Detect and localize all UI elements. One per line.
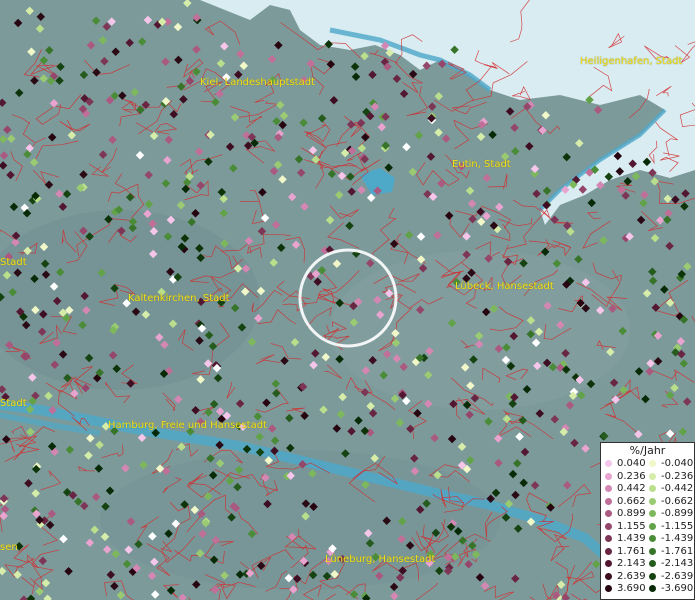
- city-label-kiel: Kiel, Landeshauptstadt: [200, 77, 315, 88]
- city-label-heiligenhafen: Heiligenhafen, Stadt: [580, 56, 683, 67]
- legend-swatch: [605, 497, 612, 505]
- legend-swatch: [605, 585, 612, 592]
- city-label-kaltenkirchen: Kaltenkirchen, Stadt: [128, 293, 230, 304]
- legend-swatch: [605, 510, 612, 517]
- legend-label: -0.040: [661, 458, 694, 469]
- basemap: [0, 0, 695, 600]
- legend-label: -2.143: [661, 558, 694, 569]
- city-label-partial-1: Stadt: [0, 257, 27, 268]
- legend-swatch: [649, 472, 656, 480]
- legend-label: -0.899: [661, 508, 694, 519]
- legend-swatch: [649, 485, 656, 492]
- city-label-partial-3: sen: [0, 542, 18, 553]
- legend-swatch: [605, 572, 612, 580]
- legend: %/Jahr 0.040 0.236 0.442 0.662 0.899 1.155 1.4…: [600, 442, 695, 600]
- legend-label: -0.662: [661, 495, 694, 507]
- legend-label: 0.236: [617, 470, 646, 482]
- legend-label: 1.439: [617, 533, 646, 544]
- legend-swatch: [649, 522, 656, 530]
- legend-swatch: [605, 522, 612, 530]
- legend-label: -3.690: [661, 583, 694, 594]
- legend-swatch: [605, 560, 612, 567]
- legend-swatch: [649, 572, 656, 580]
- legend-swatch: [649, 547, 656, 555]
- legend-label: 1.761: [617, 545, 646, 557]
- legend-swatch: [649, 460, 656, 467]
- legend-swatch: [605, 460, 612, 467]
- city-label-partial-2: Stadt: [0, 398, 27, 409]
- legend-swatch: [649, 510, 656, 517]
- legend-label: -0.236: [661, 470, 694, 482]
- legend-label: 3.690: [617, 583, 646, 594]
- city-label-eutin: Eutin, Stadt: [452, 159, 511, 170]
- legend-label: 2.639: [617, 570, 646, 582]
- legend-label: -2.639: [661, 570, 694, 582]
- legend-label: 0.662: [617, 495, 646, 507]
- legend-swatch: [605, 535, 612, 542]
- legend-swatch: [649, 535, 656, 542]
- legend-swatch: [649, 560, 656, 567]
- legend-swatch: [605, 485, 612, 492]
- legend-label: 0.442: [617, 483, 646, 494]
- map-view[interactable]: Kiel, Landeshauptstadt Heiligenhafen, St…: [0, 0, 695, 600]
- legend-label: 0.899: [617, 508, 646, 519]
- terrain-shade: [330, 250, 630, 410]
- city-label-luebeck: Lübeck, Hansestadt: [455, 281, 554, 292]
- legend-swatch: [605, 547, 612, 555]
- legend-label: -1.439: [661, 533, 694, 544]
- legend-label: 1.155: [617, 520, 646, 532]
- city-label-hamburg: Hamburg, Freie und Hansestadt: [108, 420, 267, 431]
- legend-label: -1.761: [661, 545, 694, 557]
- legend-title: %/Jahr: [629, 444, 666, 457]
- legend-swatch: [605, 472, 612, 480]
- legend-label: 0.040: [617, 458, 646, 469]
- legend-swatch: [649, 497, 656, 505]
- city-label-lueneburg: Lüneburg, Hansestadt: [325, 554, 436, 565]
- legend-label: -1.155: [661, 520, 694, 532]
- legend-label: -0.442: [661, 483, 694, 494]
- legend-swatch: [649, 585, 656, 592]
- legend-label: 2.143: [617, 558, 646, 569]
